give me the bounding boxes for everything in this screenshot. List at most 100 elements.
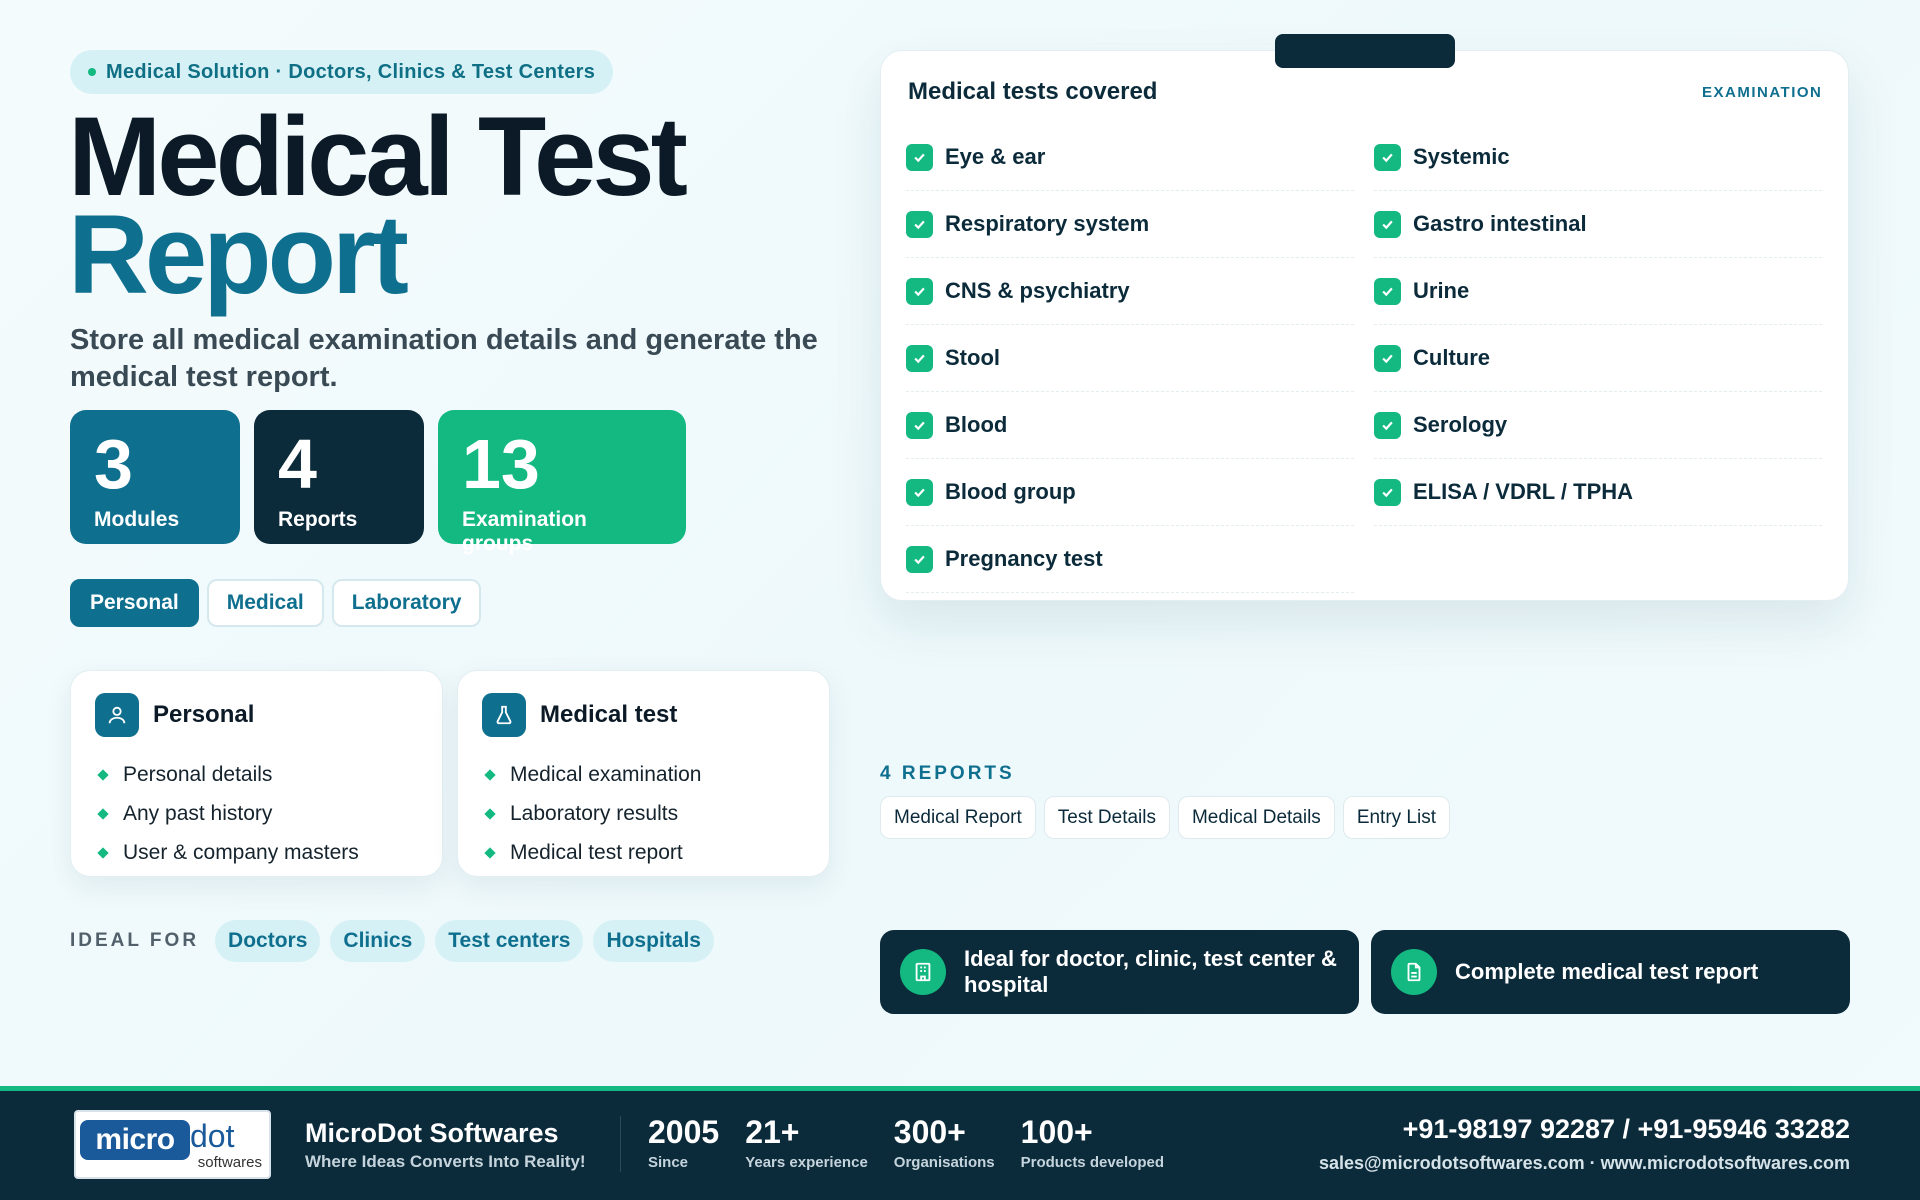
cta-label: Ideal for doctor, clinic, test center & … (964, 946, 1337, 997)
card-title: Personal (153, 701, 255, 728)
test-label: Systemic (1413, 144, 1510, 169)
test-label: Serology (1413, 412, 1508, 437)
check-icon (906, 478, 933, 506)
stat-tile-modules: 3 Modules (70, 410, 240, 544)
check-icon (1374, 277, 1401, 305)
panel-tag: EXAMINATION (1702, 84, 1823, 101)
test-item: Respiratory system (906, 191, 1354, 258)
tab-personal[interactable]: Personal (70, 579, 199, 627)
stat-label: Reports (278, 508, 358, 531)
eyebrow-text: Medical Solution · Doctors, Clinics & Te… (106, 60, 596, 83)
cta-label: Complete medical test report (1455, 959, 1759, 984)
test-label: Gastro intestinal (1413, 211, 1587, 236)
test-item: Blood (906, 392, 1354, 459)
company-tagline: Where Ideas Converts Into Reality! (305, 1152, 586, 1171)
check-icon (906, 344, 933, 372)
test-item: Pregnancy test (906, 526, 1354, 593)
test-label: Respiratory system (945, 211, 1150, 236)
tab-medical[interactable]: Medical (206, 579, 324, 627)
tab-laboratory[interactable]: Laboratory (331, 579, 482, 627)
test-item: Gastro intestinal (1374, 191, 1822, 258)
footer-stat-experience: 21+ Years experience (745, 1114, 868, 1171)
tests-column-2: Systemic Gastro intestinal Urine Culture Ser… (1374, 124, 1822, 526)
feature-cards: Personal Personal details Any past histo… (70, 670, 830, 877)
stat-tiles: 3 Modules 4 Reports 13 Examination group… (70, 410, 686, 555)
check-icon (906, 210, 933, 238)
document-icon (1391, 949, 1437, 995)
test-label: Eye & ear (945, 144, 1046, 169)
report-chips: Medical Report Test Details Medical Deta… (880, 796, 1451, 839)
test-label: Urine (1413, 278, 1470, 303)
panel-notch (1275, 34, 1455, 68)
test-label: Culture (1413, 345, 1490, 370)
list-item: Medical examination (482, 755, 805, 794)
company-name: MicroDot Softwares (305, 1118, 559, 1148)
cta-row: Ideal for doctor, clinic, test center & … (880, 930, 1850, 1014)
ideal-for-label: IDEAL FOR (70, 930, 200, 951)
report-chip-medical-report[interactable]: Medical Report (880, 796, 1036, 839)
check-icon (906, 545, 933, 573)
check-icon (1374, 210, 1401, 238)
list-item: Medical test report (482, 833, 805, 872)
status-dot (88, 68, 96, 76)
test-item: Eye & ear (906, 124, 1354, 191)
footer-divider (620, 1116, 621, 1172)
reports-label: 4 REPORTS (880, 763, 1015, 784)
check-icon (1374, 411, 1401, 439)
contact-email-website[interactable]: sales@microdotsoftwares.com · www.microd… (1319, 1153, 1850, 1174)
logo-dot: dot (190, 1118, 235, 1154)
tests-column-1: Eye & ear Respiratory system CNS & psychia… (906, 124, 1354, 593)
check-icon (1374, 344, 1401, 372)
ideal-for-row: IDEAL FOR Doctors Clinics Test centers H… (70, 920, 714, 962)
test-item: Stool (906, 325, 1354, 392)
footer-stat-organisations: 300+ Organisations (893, 1114, 995, 1171)
test-item: Blood group (906, 459, 1354, 526)
stat-label: Examination groups (462, 508, 587, 555)
list-item: Laboratory results (482, 794, 805, 833)
chip-hospitals[interactable]: Hospitals (593, 920, 714, 962)
logo-softwares: softwares (197, 1154, 262, 1171)
test-item: Systemic (1374, 124, 1822, 191)
test-label: Blood (945, 412, 1008, 437)
test-label: Stool (945, 345, 1000, 370)
list-item: User & company masters (95, 833, 418, 872)
user-icon (95, 693, 139, 737)
chip-clinics[interactable]: Clinics (330, 920, 426, 962)
cta-ideal-for[interactable]: Ideal for doctor, clinic, test center & … (880, 930, 1359, 1014)
cta-complete-report[interactable]: Complete medical test report (1371, 930, 1850, 1014)
card-title: Medical test (540, 701, 678, 728)
footer-stat-products: 100+ Products developed (1020, 1114, 1165, 1171)
test-item: Culture (1374, 325, 1822, 392)
eyebrow-badge: Medical Solution · Doctors, Clinics & Te… (70, 50, 614, 94)
test-item: ELISA / VDRL / TPHA (1374, 459, 1822, 526)
check-icon (1374, 478, 1401, 506)
test-label: CNS & psychiatry (945, 278, 1130, 303)
stat-number: 3 (94, 425, 133, 503)
check-icon (1374, 143, 1401, 171)
title-line-2: Report (68, 192, 409, 317)
report-chip-test-details[interactable]: Test Details (1043, 796, 1170, 839)
page-title: Medical Test Report (68, 101, 688, 317)
contact-phones[interactable]: +91-98197 92287 / +91-95946 33282 (1403, 1114, 1850, 1145)
footer-stats: 2005 Since 21+ Years experience 300+ Organi… (648, 1114, 1164, 1171)
test-label: Blood group (945, 479, 1076, 504)
flask-icon (482, 693, 526, 737)
stat-tile-reports: 4 Reports (254, 410, 424, 544)
report-chip-entry-list[interactable]: Entry List (1342, 796, 1451, 839)
chip-doctors[interactable]: Doctors (215, 920, 321, 962)
test-item: CNS & psychiatry (906, 258, 1354, 325)
test-item: Urine (1374, 258, 1822, 325)
list-item: Personal details (95, 755, 418, 794)
report-chip-medical-details[interactable]: Medical Details (1177, 796, 1335, 839)
check-icon (906, 411, 933, 439)
check-icon (906, 143, 933, 171)
building-icon (900, 949, 946, 995)
module-tabs: Personal Medical Laboratory (70, 579, 482, 627)
card-medical-test: Medical test Medical examination Laborat… (457, 670, 830, 877)
test-label: ELISA / VDRL / TPHA (1413, 479, 1634, 504)
list-item: Any past history (95, 794, 418, 833)
test-item: Serology (1374, 392, 1822, 459)
chip-test-centers[interactable]: Test centers (435, 920, 584, 962)
page-subtitle: Store all medical examination details an… (70, 324, 818, 393)
logo-micro: micro (80, 1120, 190, 1160)
